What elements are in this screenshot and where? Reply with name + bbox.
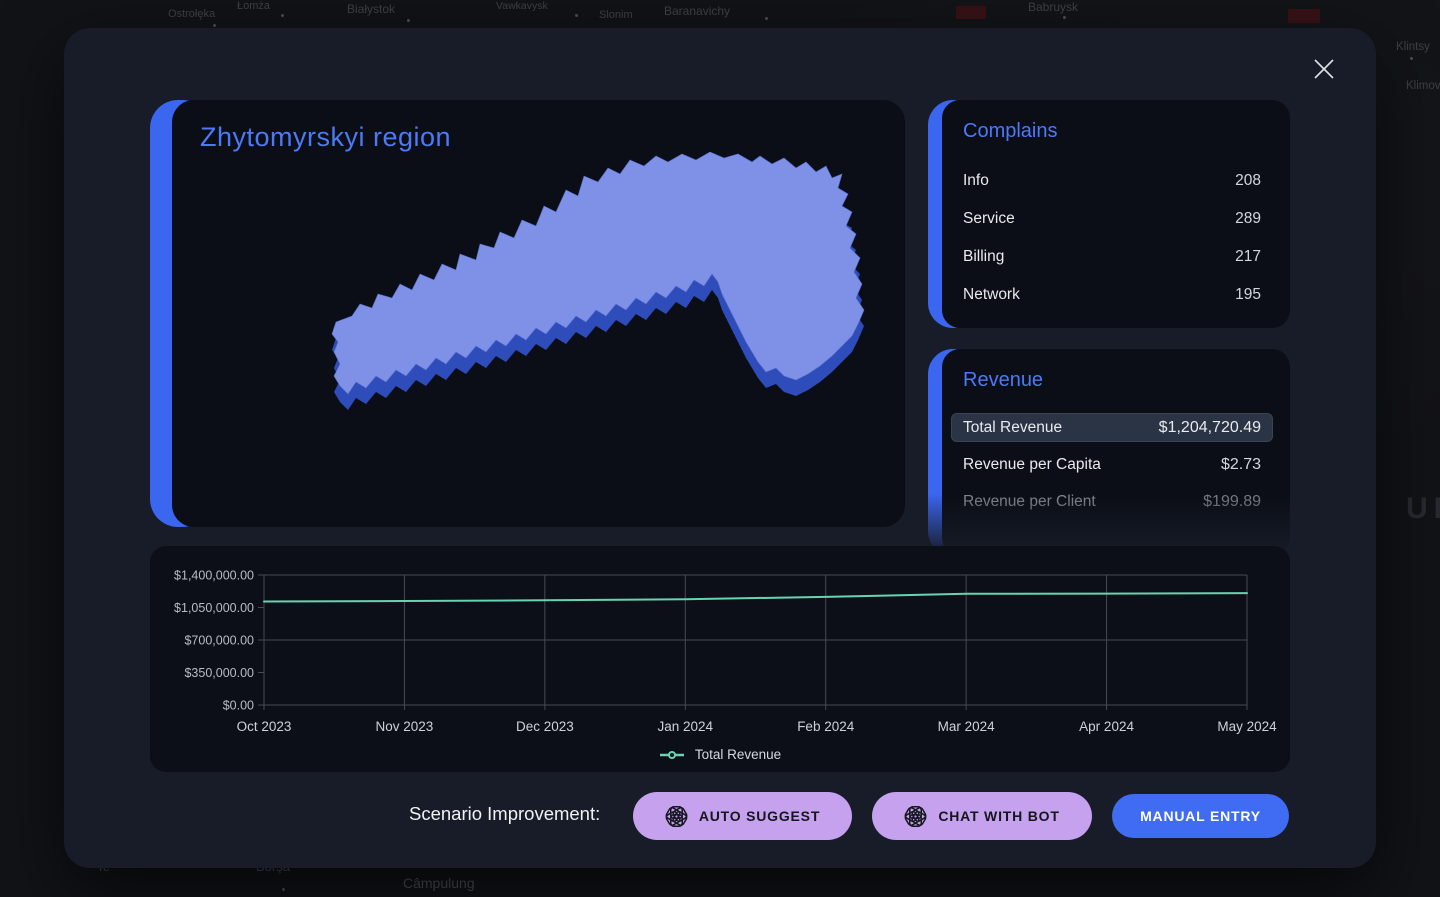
backdrop-city-dot [407, 19, 410, 22]
auto-suggest-button[interactable]: AUTO SUGGEST [633, 792, 852, 840]
backdrop-city-dot [765, 17, 768, 20]
backdrop-map-label: Klintsy [1396, 41, 1430, 53]
close-button[interactable] [1308, 53, 1340, 85]
revenue-row[interactable]: Total Revenue $1,204,720.49 [951, 413, 1273, 442]
complains-row-value: 289 [1235, 210, 1261, 228]
region-3d-map[interactable] [300, 152, 876, 452]
chart-x-tick-label: May 2024 [1217, 719, 1277, 734]
revenue-row-value: $1,204,720.49 [1159, 419, 1261, 437]
openai-logo-icon [904, 805, 927, 828]
backdrop-map-label: Białystok [347, 2, 395, 16]
chart-x-tick-label: Nov 2023 [376, 719, 434, 734]
backdrop-map-label: Vawkavysk [496, 0, 548, 12]
backdrop-map-label: Baranavichy [664, 4, 730, 18]
chart-x-tick-label: Oct 2023 [237, 719, 292, 734]
complains-title: Complains [963, 120, 1057, 143]
chart-legend[interactable]: Total Revenue [150, 747, 1290, 762]
scenario-improvement-label: Scenario Improvement: [409, 803, 600, 825]
chart-y-tick-label: $1,400,000.00 [174, 569, 254, 583]
revenue-row[interactable]: Revenue per Capita $2.73 [951, 451, 1273, 479]
chat-with-bot-label: CHAT WITH BOT [938, 808, 1059, 824]
auto-suggest-label: AUTO SUGGEST [699, 808, 820, 824]
chart-y-tick-label: $0.00 [223, 699, 254, 713]
region-map-surface [332, 152, 864, 394]
revenue-row-value: $2.73 [1221, 456, 1261, 474]
legend-label: Total Revenue [695, 747, 781, 762]
complains-row-label: Info [963, 172, 989, 190]
backdrop-map-label: Câmpulung [403, 875, 475, 891]
backdrop-city-dot [213, 24, 216, 27]
complains-row: Info 208 [963, 162, 1261, 200]
complains-row-label: Billing [963, 248, 1004, 266]
backdrop-city-dot [1063, 16, 1066, 19]
manual-entry-label: MANUAL ENTRY [1140, 808, 1261, 824]
chart-x-tick-label: Jan 2024 [658, 719, 714, 734]
region-title: Zhytomyrskyi region [200, 122, 451, 153]
region-card-body: Zhytomyrskyi region [172, 100, 905, 527]
complains-row-label: Network [963, 286, 1020, 304]
chart-x-tick-label: Dec 2023 [516, 719, 574, 734]
backdrop-map-label: Slonim [599, 9, 633, 21]
complains-card-body: Complains Info 208 Service 289 Billing 217 Net… [942, 100, 1290, 328]
backdrop-map-label: Ostrołęka [168, 8, 215, 20]
backdrop-map-label: Klimov [1406, 80, 1440, 92]
region-map-card: Zhytomyrskyi region [150, 100, 905, 527]
chat-with-bot-button[interactable]: CHAT WITH BOT [872, 792, 1092, 840]
revenue-title: Revenue [963, 369, 1043, 392]
total-revenue-chart: $1,400,000.00 $1,050,000.00 $700,000.00 $35… [150, 546, 1290, 772]
revenue-card-body: Revenue Total Revenue $1,204,720.49 Revenu… [942, 349, 1290, 556]
revenue-chart-card: $1,400,000.00 $1,050,000.00 $700,000.00 $35… [150, 546, 1290, 772]
backdrop-map-label: Babruysk [1028, 0, 1078, 14]
revenue-row-value: $199.89 [1203, 493, 1261, 511]
backdrop-city-dot [282, 888, 285, 891]
region-detail-modal: Zhytomyrskyi region Complains Info 208 Ser… [64, 28, 1376, 868]
revenue-row-label: Revenue per Client [963, 493, 1096, 511]
complains-row-value: 217 [1235, 248, 1261, 266]
complains-row-label: Service [963, 210, 1015, 228]
complains-row: Service 289 [963, 200, 1261, 238]
close-icon [1310, 55, 1338, 83]
revenue-rows: Total Revenue $1,204,720.49 Revenue per Ca… [951, 413, 1273, 516]
backdrop-alert-marker [1288, 9, 1320, 23]
manual-entry-button[interactable]: MANUAL ENTRY [1112, 794, 1289, 838]
complains-row-value: 195 [1235, 286, 1261, 304]
backdrop-city-dot [281, 14, 284, 17]
backdrop-map-label: UR [1406, 492, 1440, 526]
chart-series-line [264, 593, 1247, 601]
complains-row: Network 195 [963, 276, 1261, 314]
chart-y-tick-label: $350,000.00 [184, 666, 254, 680]
chart-y-tick-label: $700,000.00 [184, 634, 254, 648]
complains-card: Complains Info 208 Service 289 Billing 217 Net… [928, 100, 1290, 328]
chart-y-tick-label: $1,050,000.00 [174, 601, 254, 615]
chart-x-tick-label: Mar 2024 [938, 719, 996, 734]
openai-logo-icon [665, 805, 688, 828]
revenue-row-label: Revenue per Capita [963, 456, 1101, 474]
chart-x-tick-label: Feb 2024 [797, 719, 855, 734]
complains-row-value: 208 [1235, 172, 1261, 190]
legend-marker-icon [659, 750, 685, 760]
backdrop-city-dot [575, 14, 578, 17]
chart-x-tick-label: Apr 2024 [1079, 719, 1134, 734]
complains-row: Billing 217 [963, 238, 1261, 276]
revenue-card: Revenue Total Revenue $1,204,720.49 Revenu… [928, 349, 1290, 556]
backdrop-city-dot [1410, 57, 1413, 60]
revenue-row-label: Total Revenue [963, 419, 1062, 437]
backdrop-alert-marker [956, 6, 986, 19]
revenue-row[interactable]: Revenue per Client $199.89 [951, 488, 1273, 516]
backdrop-map-label: Łomża [237, 0, 270, 12]
complains-rows: Info 208 Service 289 Billing 217 Network 195 [963, 162, 1261, 314]
